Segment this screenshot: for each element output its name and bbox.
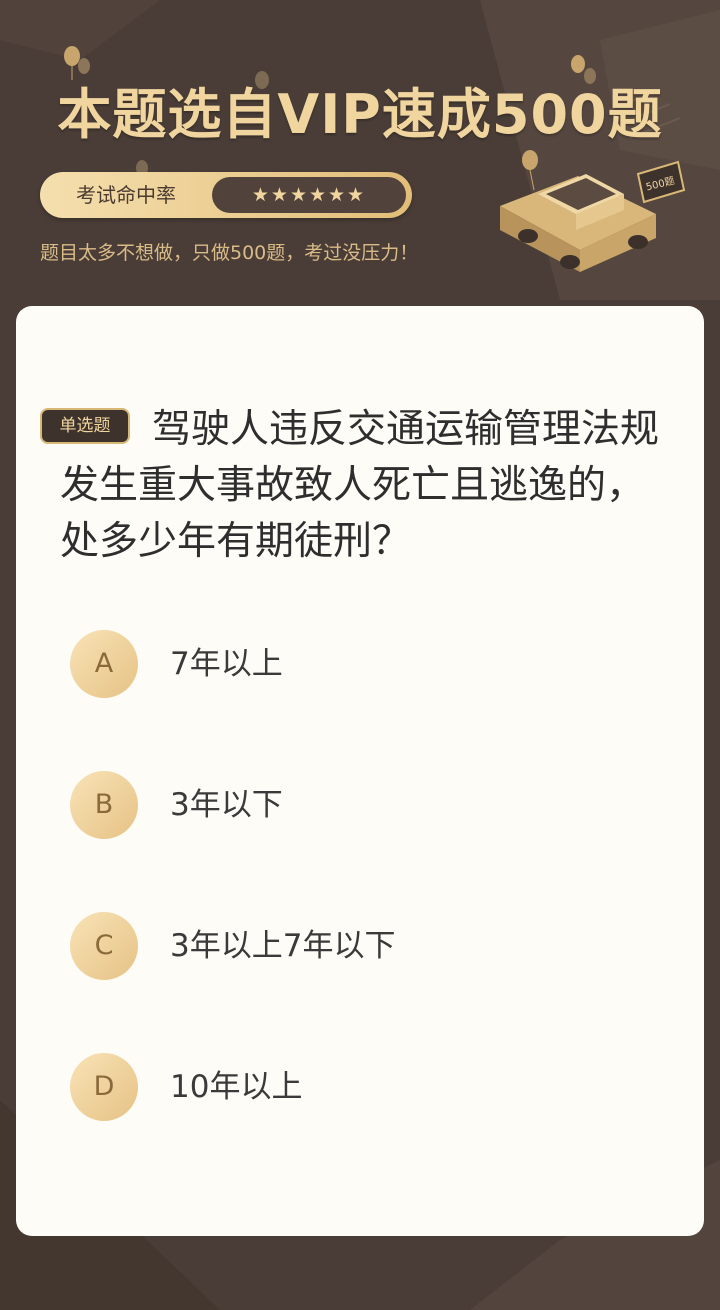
- option-letter-badge: B: [70, 771, 138, 839]
- option-label: 3年以下: [170, 787, 283, 823]
- option-a[interactable]: A 7年以上: [70, 630, 630, 698]
- option-b[interactable]: B 3年以下: [70, 771, 630, 839]
- banner-slogan: 题目太多不想做，只做500题，考过没压力！: [40, 242, 419, 264]
- option-label: 3年以上7年以下: [170, 928, 396, 964]
- option-label: 10年以上: [170, 1069, 303, 1105]
- option-letter-badge: A: [70, 630, 138, 698]
- option-d[interactable]: D 10年以上: [70, 1053, 630, 1121]
- option-c[interactable]: C 3年以上7年以下: [70, 912, 630, 980]
- hit-rate-pill: 考试命中率 ★★★★★★: [40, 172, 412, 218]
- question-text: 驾驶人违反交通运输管理法规发生重大事故致人死亡且逃逸的，处多少年有期徒刑？: [60, 407, 660, 564]
- hit-rate-label: 考试命中率: [76, 183, 176, 207]
- car-illustration-icon: 500题: [500, 160, 686, 272]
- banner-title: 本题选自VIP速成500题: [57, 83, 663, 146]
- option-letter-badge: C: [70, 912, 138, 980]
- option-letter-badge: D: [70, 1053, 138, 1121]
- hit-rate-stars: ★★★★★★: [212, 177, 406, 213]
- star-rating-icon: ★★★★★★: [251, 184, 367, 206]
- option-label: 7年以上: [170, 646, 283, 682]
